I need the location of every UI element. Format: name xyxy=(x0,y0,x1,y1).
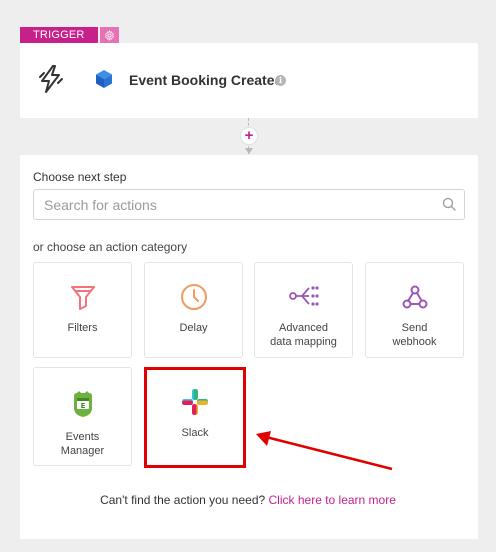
category-label-filters: Filters xyxy=(67,322,98,334)
svg-text:E: E xyxy=(80,402,85,410)
category-label-events-manager: Events Manager xyxy=(60,431,105,457)
data-mapping-icon xyxy=(288,286,319,306)
learn-more-link[interactable]: Click here to learn more xyxy=(269,493,396,507)
events-manager-icon: E xyxy=(73,391,92,417)
category-send-webhook[interactable]: Send webhook xyxy=(365,262,464,358)
category-label-send-webhook: Send webhook xyxy=(392,322,437,348)
category-events-manager[interactable]: E Events Manager xyxy=(33,367,132,466)
choose-next-step-label: Choose next step xyxy=(33,170,127,184)
webhook-icon xyxy=(402,285,427,309)
category-label-delay: Delay xyxy=(179,322,208,334)
info-icon[interactable]: i xyxy=(275,75,286,86)
annotation-highlight-box xyxy=(144,367,246,468)
help-text: Can't find the action you need? xyxy=(100,493,266,507)
category-filters[interactable]: Filters xyxy=(33,262,132,358)
trigger-settings-button[interactable] xyxy=(99,27,119,43)
category-advanced-data-mapping[interactable]: Advanced data mapping xyxy=(254,262,353,358)
trigger-title: Event Booking Created xyxy=(129,72,284,88)
category-label-advanced-data-mapping: Advanced data mapping xyxy=(270,322,337,348)
add-step-button[interactable]: + xyxy=(241,128,257,144)
filter-icon xyxy=(70,286,95,310)
gear-icon xyxy=(104,29,114,41)
category-label: or choose an action category xyxy=(33,240,188,254)
category-delay[interactable]: Delay xyxy=(144,262,243,358)
help-footer: Can't find the action you need? Click he… xyxy=(0,493,496,507)
trigger-tag: TRIGGER xyxy=(20,27,119,43)
trigger-card[interactable]: Event Booking Created i xyxy=(20,43,478,118)
clock-icon xyxy=(180,284,207,310)
search-icon xyxy=(442,197,456,211)
events-app-logo xyxy=(96,70,112,88)
lightning-bolt-icon xyxy=(39,65,63,93)
trigger-label: TRIGGER xyxy=(20,27,98,43)
arrow-down-icon xyxy=(245,148,253,154)
search-box xyxy=(33,189,465,220)
search-input[interactable] xyxy=(34,190,414,219)
